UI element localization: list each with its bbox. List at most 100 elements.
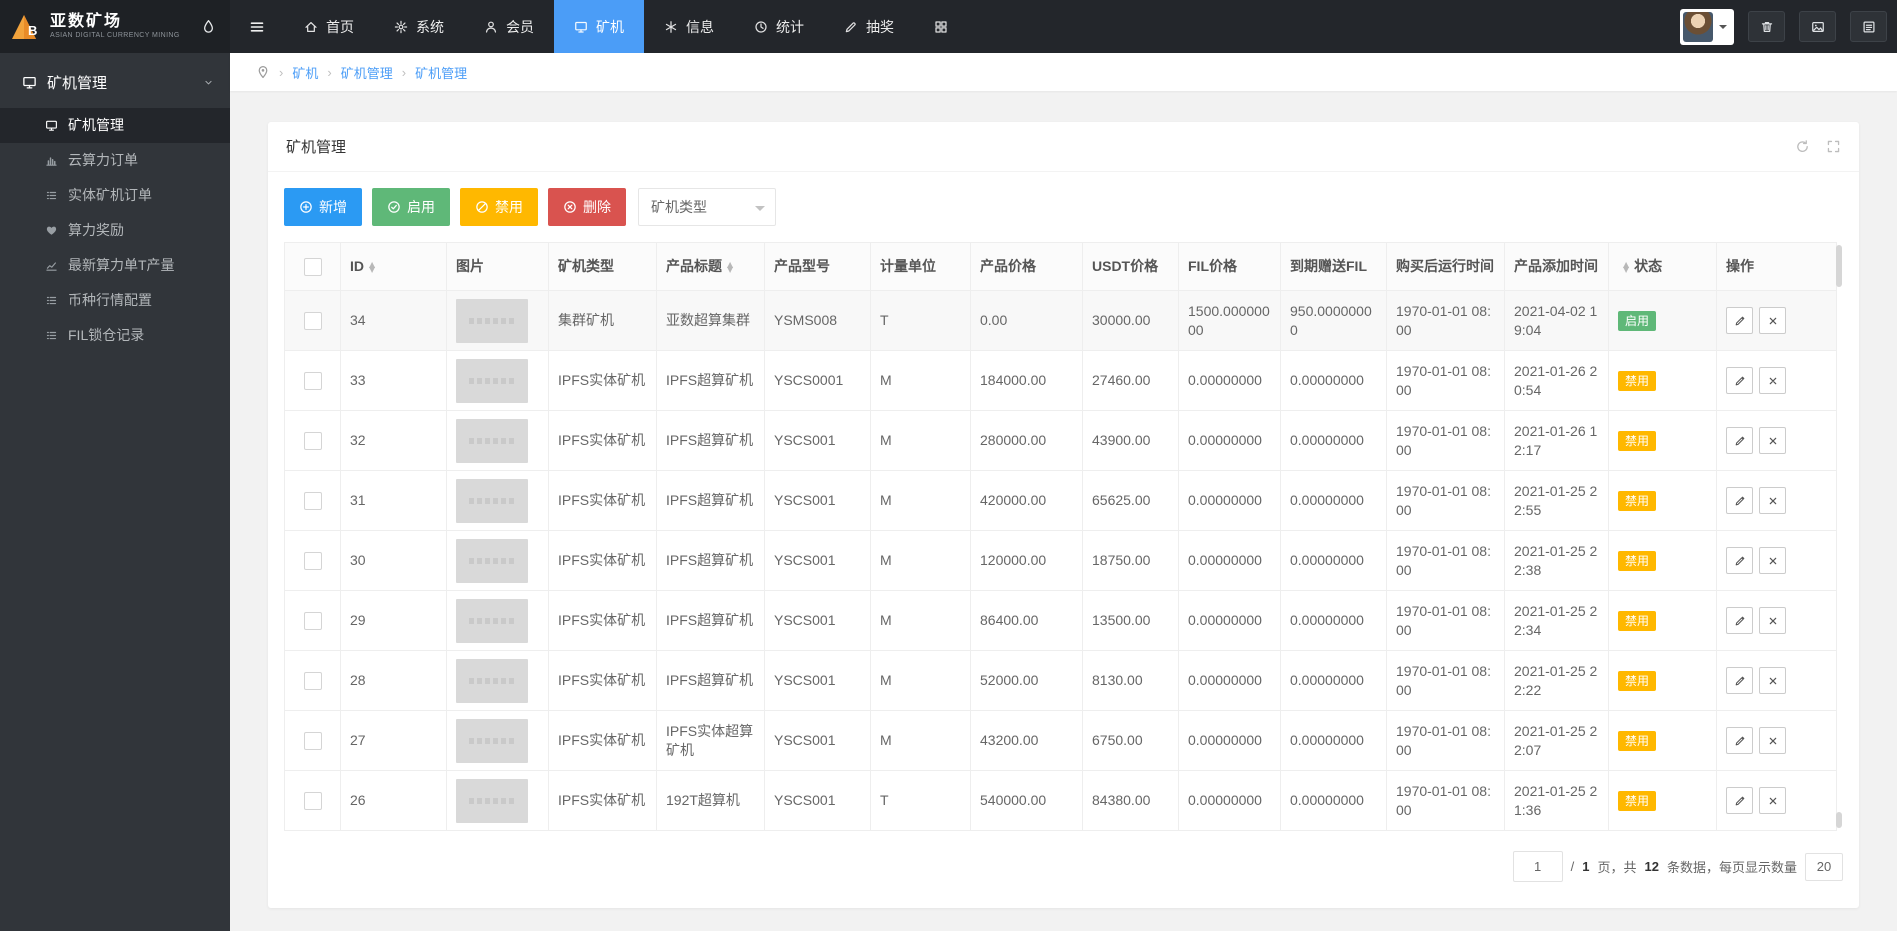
cell-unit: M — [871, 651, 971, 711]
delete-row-button[interactable] — [1759, 547, 1786, 574]
x-icon — [1767, 555, 1779, 567]
table-scrollbar[interactable] — [1835, 243, 1843, 830]
x-icon — [1767, 315, 1779, 327]
total-items: 12 — [1645, 859, 1659, 874]
sidebar-item-fil-lock-records[interactable]: FIL锁仓记录 — [0, 318, 230, 353]
cell-unit: M — [871, 591, 971, 651]
cell-checkbox — [285, 591, 341, 651]
scrollbar-thumb[interactable] — [1836, 245, 1842, 287]
edit-button[interactable] — [1726, 727, 1753, 754]
delete-row-button[interactable] — [1759, 427, 1786, 454]
nav-item-stats[interactable]: 统计 — [734, 0, 824, 53]
image-button[interactable] — [1799, 11, 1836, 42]
cell-usdt: 6750.00 — [1083, 711, 1179, 771]
delete-row-button[interactable] — [1759, 307, 1786, 334]
cell-model: YSCS001 — [765, 711, 871, 771]
cell-runtime: 1970-01-01 08:00 — [1387, 351, 1505, 411]
cell-status: 禁用 — [1609, 771, 1717, 831]
cell-runtime: 1970-01-01 08:00 — [1387, 711, 1505, 771]
breadcrumb-link-miner[interactable]: 矿机 — [292, 63, 318, 82]
pagination-separator: / — [1571, 859, 1575, 874]
breadcrumb-link-current[interactable]: 矿机管理 — [415, 63, 467, 82]
edit-button[interactable] — [1726, 307, 1753, 334]
edit-button[interactable] — [1726, 427, 1753, 454]
sidebar-item-hashrate-reward[interactable]: 算力奖励 — [0, 213, 230, 248]
sidebar-group-header[interactable]: 矿机管理 — [0, 53, 230, 108]
cell-image — [447, 351, 549, 411]
page-size-box[interactable]: 20 — [1805, 853, 1843, 881]
trash-button[interactable] — [1748, 11, 1785, 42]
avatar-button[interactable] — [1680, 9, 1734, 45]
row-checkbox[interactable] — [304, 312, 322, 330]
cell-operations — [1717, 531, 1837, 591]
nav-item-member[interactable]: 会员 — [464, 0, 554, 53]
cell-runtime: 1970-01-01 08:00 — [1387, 651, 1505, 711]
menu-toggle[interactable] — [230, 0, 284, 53]
cell-added: 2021-01-25 22:38 — [1505, 531, 1609, 591]
sort-icon[interactable]: ▲▼ — [369, 262, 375, 272]
cell-status: 禁用 — [1609, 411, 1717, 471]
nav-item-home[interactable]: 首页 — [284, 0, 374, 53]
fullscreen-icon[interactable] — [1826, 139, 1841, 154]
table-header-row: ID▲▼图片矿机类型产品标题▲▼产品型号计量单位产品价格USDT价格FIL价格到… — [285, 243, 1837, 291]
add-button[interactable]: 新增 — [284, 188, 362, 226]
delete-row-button[interactable] — [1759, 667, 1786, 694]
column-header-label: 产品价格 — [980, 258, 1036, 274]
sort-icon[interactable]: ▲▼ — [1623, 262, 1629, 272]
row-checkbox[interactable] — [304, 732, 322, 750]
x-icon — [1767, 795, 1779, 807]
edit-button[interactable] — [1726, 547, 1753, 574]
enable-button[interactable]: 启用 — [372, 188, 450, 226]
droplet-icon[interactable] — [201, 19, 216, 34]
scrollbar-thumb-bottom[interactable] — [1836, 812, 1842, 828]
nav-item-info[interactable]: 信息 — [644, 0, 734, 53]
column-header-title[interactable]: 产品标题▲▼ — [657, 243, 765, 291]
sidebar-item-latest-hashrate-output[interactable]: 最新算力单T产量 — [0, 248, 230, 283]
sidebar-item-coin-market-config[interactable]: 币种行情配置 — [0, 283, 230, 318]
delete-row-button[interactable] — [1759, 727, 1786, 754]
log-button[interactable] — [1850, 11, 1887, 42]
column-header-pic: 图片 — [447, 243, 549, 291]
column-header-id[interactable]: ID▲▼ — [341, 243, 447, 291]
panel-title: 矿机管理 — [286, 136, 346, 157]
refresh-icon[interactable] — [1795, 139, 1810, 154]
pen-icon — [844, 20, 858, 34]
nav-item-miner[interactable]: 矿机 — [554, 0, 644, 53]
select-all-checkbox[interactable] — [304, 258, 322, 276]
row-checkbox[interactable] — [304, 552, 322, 570]
edit-button[interactable] — [1726, 607, 1753, 634]
row-checkbox[interactable] — [304, 792, 322, 810]
disable-button[interactable]: 禁用 — [460, 188, 538, 226]
delete-row-button[interactable] — [1759, 367, 1786, 394]
delete-row-button[interactable] — [1759, 607, 1786, 634]
cell-fil: 0.00000000 — [1179, 531, 1281, 591]
cell-fil: 0.00000000 — [1179, 471, 1281, 531]
column-header-label: 产品添加时间 — [1514, 258, 1598, 274]
sidebar-item-physical-miner-orders[interactable]: 实体矿机订单 — [0, 178, 230, 213]
sidebar-item-miner-manage[interactable]: 矿机管理 — [0, 108, 230, 143]
row-checkbox[interactable] — [304, 492, 322, 510]
cell-usdt: 8130.00 — [1083, 651, 1179, 711]
breadcrumb-link-miner-manage[interactable]: 矿机管理 — [341, 63, 393, 82]
apps-grid-button[interactable] — [914, 0, 968, 53]
type-select[interactable]: 矿机类型 — [638, 188, 776, 226]
edit-button[interactable] — [1726, 487, 1753, 514]
row-checkbox[interactable] — [304, 432, 322, 450]
edit-button[interactable] — [1726, 667, 1753, 694]
nav-item-lottery[interactable]: 抽奖 — [824, 0, 914, 53]
nav-item-system[interactable]: 系统 — [374, 0, 464, 53]
delete-row-button[interactable] — [1759, 487, 1786, 514]
page-input[interactable] — [1513, 851, 1563, 882]
sidebar-item-cloud-hashrate-orders[interactable]: 云算力订单 — [0, 143, 230, 178]
edit-button[interactable] — [1726, 787, 1753, 814]
cell-status: 禁用 — [1609, 651, 1717, 711]
delete-row-button[interactable] — [1759, 787, 1786, 814]
delete-button[interactable]: 删除 — [548, 188, 626, 226]
row-checkbox[interactable] — [304, 672, 322, 690]
row-checkbox[interactable] — [304, 372, 322, 390]
brand-logo[interactable]: B 亚数矿场 ASIAN DIGITAL CURRENCY MINING — [0, 0, 230, 53]
column-header-status[interactable]: ▲▼状态 — [1609, 243, 1717, 291]
edit-button[interactable] — [1726, 367, 1753, 394]
row-checkbox[interactable] — [304, 612, 322, 630]
sort-icon[interactable]: ▲▼ — [727, 262, 733, 272]
